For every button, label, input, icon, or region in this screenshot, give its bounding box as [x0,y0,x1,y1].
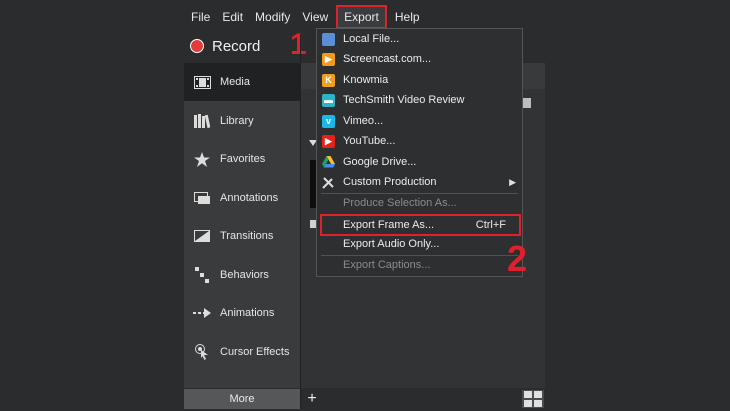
menu-item-label: Knowmia [343,74,389,86]
sidebar-item-label: Media [220,76,250,88]
menu-file[interactable]: File [185,7,216,27]
menu-item-screencast[interactable]: ▶ Screencast.com... [317,49,522,69]
menu-view[interactable]: View [296,7,334,27]
transitions-icon [193,228,211,244]
annotations-icon [193,190,211,206]
menu-modify[interactable]: Modify [249,7,296,27]
menu-item-export-audio[interactable]: Export Audio Only... [317,234,522,254]
record-label: Record [212,37,261,55]
behaviors-icon [193,267,211,283]
shortcut-label: Ctrl+F [475,219,506,231]
media-icon [193,74,211,90]
sidebar-item-media[interactable]: Media [184,63,300,101]
menu-item-label: Screencast.com... [343,53,432,65]
record-button[interactable]: Record [190,36,260,56]
sidebar: Media Library Favorites Annotations Tran… [184,63,300,388]
youtube-icon: ▶ [322,134,335,148]
step-2-marker: 2 [507,238,528,279]
submenu-arrow-icon: ▶ [509,176,516,187]
sidebar-item-behaviors[interactable]: Behaviors [184,256,300,294]
menu-item-label: TechSmith Video Review [343,94,465,106]
grid-view-button[interactable] [522,390,544,408]
sidebar-item-label: Animations [220,307,275,319]
video-review-icon: ▬ [322,93,335,107]
step-1-marker: 1 [290,28,307,61]
menu-item-label: Google Drive... [343,156,417,168]
knowmia-icon: K [322,73,335,87]
sidebar-item-transitions[interactable]: Transitions [184,217,300,255]
grid-cell [534,391,542,398]
grid-cell [524,400,532,407]
sidebar-item-label: Behaviors [220,269,269,281]
menu-item-label: Custom Production [343,176,437,188]
sidebar-item-label: Cursor Effects [220,346,290,358]
custom-production-icon [322,176,335,189]
menu-item-label: Vimeo... [343,115,384,127]
screencast-icon: ▶ [322,52,335,66]
menu-item-label: Produce Selection As... [343,197,457,209]
export-menu: Local File... ▶ Screencast.com... K Know… [316,28,523,277]
menu-item-vimeo[interactable]: v Vimeo... [317,111,522,131]
sidebar-item-annotations[interactable]: Annotations [184,179,300,217]
sidebar-item-label: Annotations [220,192,279,204]
more-button[interactable]: More [184,389,300,409]
menu-help[interactable]: Help [389,7,426,27]
menu-item-label: Local File... [343,33,400,45]
menu-item-google-drive[interactable]: Google Drive... [317,152,522,172]
menu-export[interactable]: Export [336,5,387,29]
menu-item-custom-production[interactable]: Custom Production ▶ [317,172,522,192]
grid-cell [534,400,542,407]
menu-item-label: Export Captions... [343,259,431,271]
menu-item-label: YouTube... [343,135,396,147]
menu-item-knowmia[interactable]: K Knowmia [317,70,522,90]
sidebar-item-label: Library [220,115,254,127]
menu-item-video-review[interactable]: ▬ TechSmith Video Review [317,90,522,110]
sidebar-item-cursor-effects[interactable]: Cursor Effects [184,333,300,371]
sidebar-item-favorites[interactable]: Favorites [184,140,300,178]
add-media-button[interactable]: + [303,390,321,408]
local-file-icon [322,32,335,46]
menu-item-export-frame[interactable]: Export Frame As... Ctrl+F [320,214,521,236]
sidebar-item-animations[interactable]: Animations [184,294,300,332]
sidebar-item-library[interactable]: Library [184,102,300,140]
record-icon [190,39,204,53]
menu-item-local-file[interactable]: Local File... [317,29,522,49]
google-drive-icon [322,156,335,169]
menu-item-export-captions[interactable]: Export Captions... [317,255,522,275]
grid-cell [524,391,532,398]
cursor-effects-icon [193,344,211,360]
star-icon [193,151,211,167]
menu-item-youtube[interactable]: ▶ YouTube... [317,131,522,151]
menu-item-label: Export Frame As... [343,219,435,231]
menu-item-label: Export Audio Only... [343,238,440,250]
sidebar-item-label: Transitions [220,230,274,242]
library-icon [193,113,211,129]
vimeo-icon: v [322,114,335,128]
animations-icon [193,305,211,321]
sidebar-item-label: Favorites [220,153,266,165]
menu-item-produce-selection[interactable]: Produce Selection As... [317,193,522,213]
menu-edit[interactable]: Edit [216,7,249,27]
